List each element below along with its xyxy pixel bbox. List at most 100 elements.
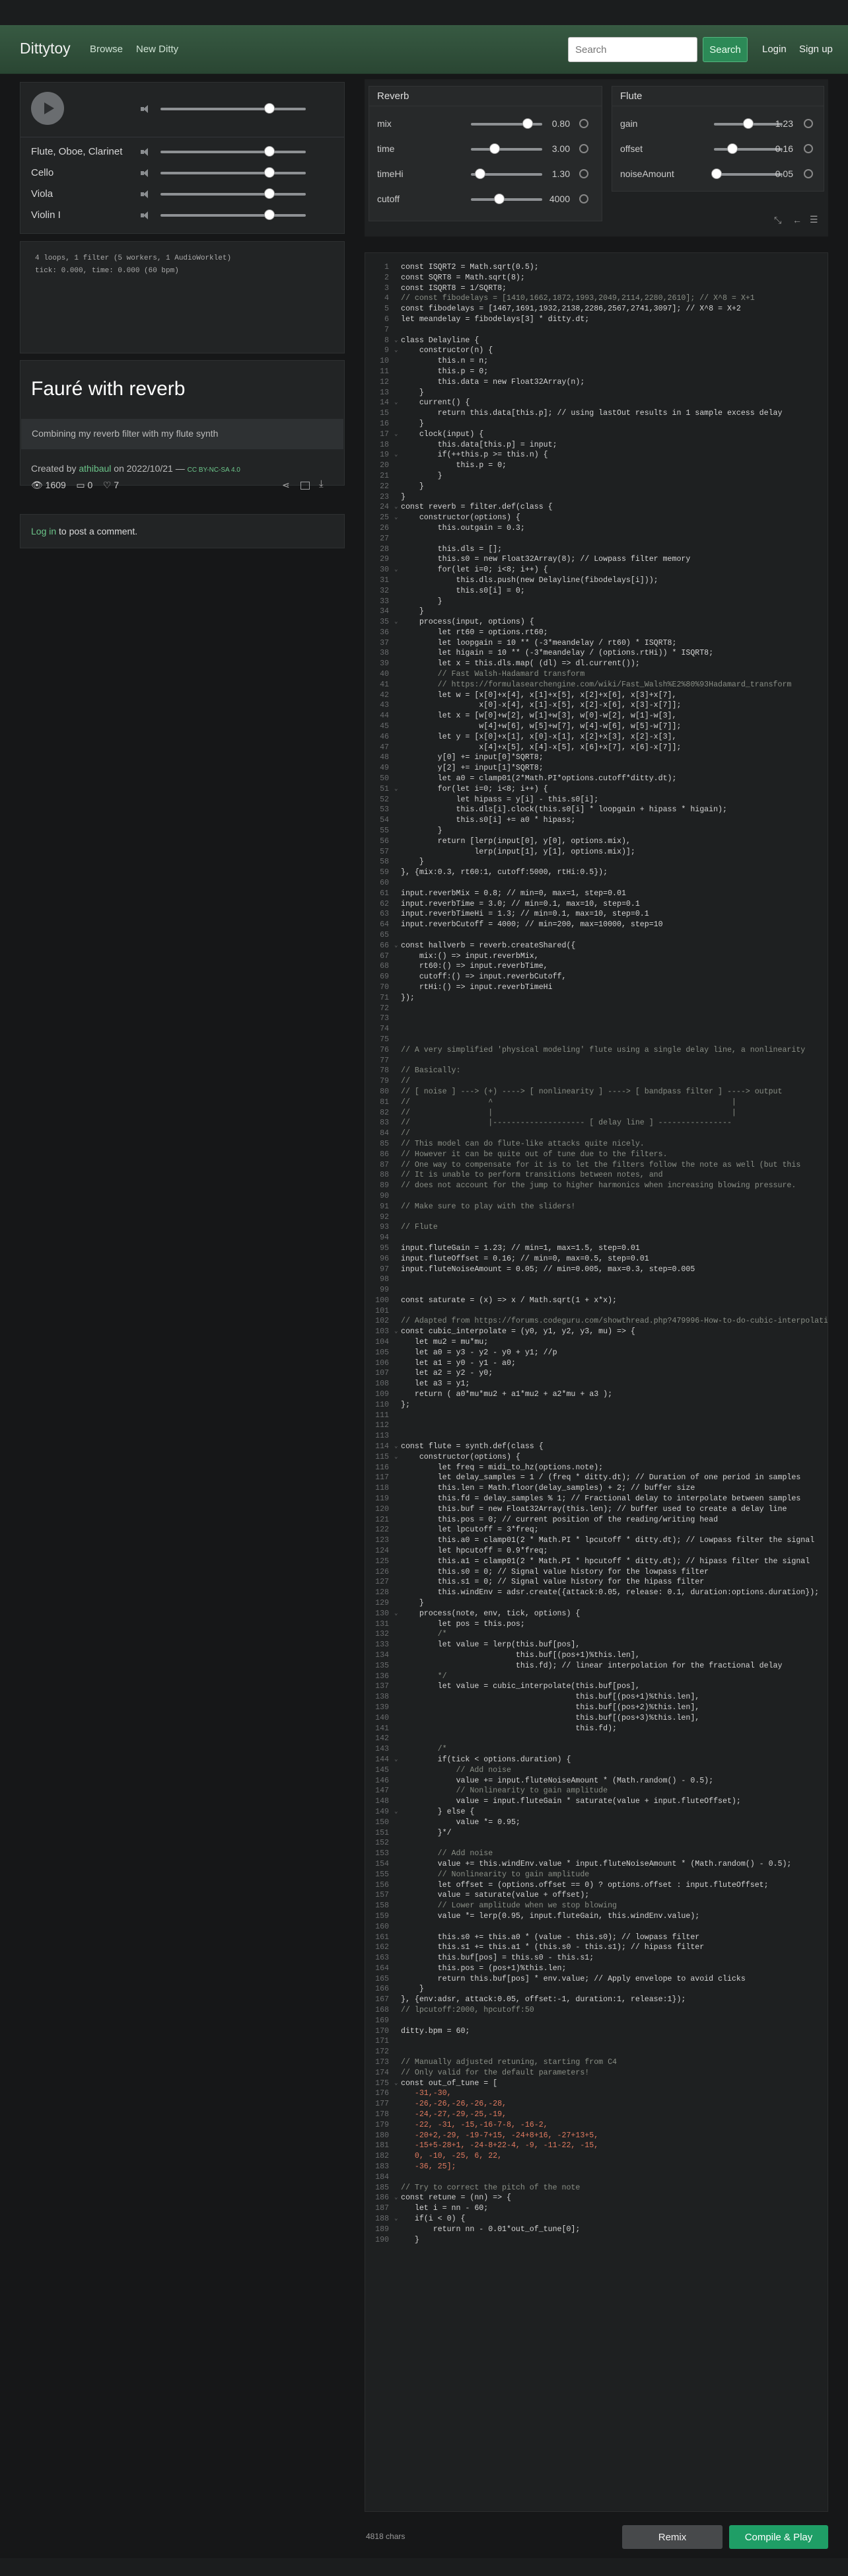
code-line: 177 -26,-26,-26,-26,-28, [365, 2099, 828, 2110]
settings-icon[interactable]: ☰ [810, 214, 818, 225]
instrument-volume-knob[interactable] [264, 188, 275, 199]
line-number: 43 [380, 701, 389, 710]
compile-play-button[interactable]: Compile & Play [729, 2525, 828, 2549]
param-knob[interactable] [727, 143, 738, 154]
fold-marker [394, 1097, 401, 1108]
code-line: 15 return this.data[this.p]; // using la… [365, 408, 828, 419]
code-editor[interactable]: 1 const ISQRT2 = Math.sqrt(0.5); 2 const SQ… [365, 252, 828, 2512]
instrument-volume-slider[interactable] [160, 167, 306, 178]
param-knob[interactable] [743, 118, 754, 129]
line-number: 178 [375, 2110, 389, 2119]
nav-browse[interactable]: Browse [90, 44, 123, 55]
code-line: 118 this.len = Math.floor(delay_samples)… [365, 1483, 828, 1494]
param-slider[interactable] [471, 194, 542, 204]
code-line: 155 // Nonlinearity to gain amplitude [365, 1870, 828, 1880]
reset-dial-icon[interactable] [804, 169, 813, 178]
fold-marker [394, 1515, 401, 1526]
code-line: 7 [365, 325, 828, 336]
flute-card: Flute gain 1.23 offset 0.16 noiseAmount 0.05 [612, 86, 824, 192]
reset-dial-icon[interactable] [804, 119, 813, 128]
param-knob[interactable] [489, 143, 500, 154]
code-text: let x = this.dls.map( (dl) => dl.current… [401, 659, 640, 669]
code-line: 148 value = input.fluteGain * saturate(v… [365, 1796, 828, 1807]
fold-marker [394, 743, 401, 753]
param-slider[interactable] [711, 168, 783, 179]
reset-dial-icon[interactable] [579, 169, 588, 178]
search-input[interactable] [568, 37, 697, 62]
code-line: 76 // A very simplified 'physical modelin… [365, 1045, 828, 1056]
line-number: 97 [380, 1265, 389, 1274]
search-button[interactable]: Search [703, 37, 748, 62]
code-text: let freq = midi_to_hz(options.note); [401, 1463, 604, 1472]
code-line: 142 [365, 1734, 828, 1744]
reset-dial-icon[interactable] [579, 119, 588, 128]
fold-marker: ⌄ [394, 2215, 398, 2223]
fold-marker [394, 1139, 401, 1150]
embed-icon[interactable] [300, 482, 310, 490]
reset-icon[interactable]: ← [793, 215, 802, 225]
collapse-icon[interactable]: ⤡ [774, 215, 781, 226]
fold-marker [394, 356, 401, 367]
instrument-volume-knob[interactable] [264, 209, 275, 220]
line-number: 34 [380, 607, 389, 616]
instrument-volume-knob[interactable] [264, 146, 275, 157]
login-to-comment-link[interactable]: Log in [31, 526, 56, 536]
reset-dial-icon[interactable] [804, 144, 813, 153]
code-line: 125 this.a1 = clamp01(2 * Math.PI * hpcu… [365, 1557, 828, 1567]
fold-marker [394, 575, 401, 586]
play-button[interactable] [31, 92, 64, 125]
param-knob[interactable] [522, 118, 534, 129]
instrument-volume-slider[interactable] [160, 209, 306, 220]
master-volume-slider[interactable] [160, 103, 306, 114]
line-number: 38 [380, 649, 389, 658]
param-slider[interactable] [471, 118, 542, 129]
volume-icon [141, 169, 150, 177]
fold-marker [394, 1880, 401, 1891]
instrument-volume-slider[interactable] [160, 146, 306, 157]
signup-link[interactable]: Sign up [799, 44, 833, 55]
code-line: 79 // [365, 1076, 828, 1087]
code-text: constructor(options) { [401, 1452, 520, 1461]
param-knob[interactable] [711, 168, 723, 179]
param-knob[interactable] [494, 194, 505, 204]
instrument-volume-slider[interactable] [160, 188, 306, 199]
code-text: this.n = n; [401, 357, 489, 366]
param-knob[interactable] [475, 168, 486, 179]
reset-dial-icon[interactable] [579, 144, 588, 153]
brand-logo[interactable]: Dittytoy [20, 40, 71, 57]
param-slider[interactable] [471, 168, 542, 179]
line-number: 16 [380, 419, 389, 428]
remix-button[interactable]: Remix [622, 2525, 723, 2549]
line-number: 167 [375, 1995, 389, 2005]
fold-marker [394, 711, 401, 721]
line-number: 160 [375, 1922, 389, 1931]
code-text: return this.buf[pos] * env.value; // App… [401, 1974, 746, 1983]
master-volume-knob[interactable] [264, 103, 275, 114]
code-line: 49 y[2] += input[1]*SQRT8; [365, 763, 828, 774]
comment-box: Log in to post a comment. [20, 514, 345, 548]
line-number: 112 [375, 1421, 389, 1430]
line-number: 58 [380, 858, 389, 867]
line-number: 9 [384, 346, 389, 355]
line-number: 171 [375, 2037, 389, 2046]
param-slider[interactable] [714, 118, 783, 129]
login-link[interactable]: Login [762, 44, 787, 55]
fold-marker [394, 1013, 401, 1024]
fold-marker [394, 1306, 401, 1317]
code-line: 101 [365, 1306, 828, 1317]
instrument-volume-knob[interactable] [264, 167, 275, 178]
line-number: 177 [375, 2100, 389, 2109]
code-text: */ [401, 1672, 447, 1681]
code-text: -31,-30, [401, 2089, 452, 2098]
reset-dial-icon[interactable] [579, 194, 588, 203]
param-slider[interactable] [471, 143, 542, 154]
heart-icon[interactable]: ♡ [103, 480, 112, 490]
share-icon[interactable]: ⋖ [282, 480, 290, 491]
fold-marker [394, 815, 401, 826]
license-link[interactable]: CC BY-NC-SA 4.0 [188, 466, 240, 474]
line-number: 80 [380, 1087, 389, 1096]
param-slider[interactable] [714, 143, 783, 154]
nav-new-ditty[interactable]: New Ditty [136, 44, 178, 55]
author-link[interactable]: athibaul [79, 463, 111, 474]
download-icon[interactable]: ⤓ [319, 478, 324, 490]
